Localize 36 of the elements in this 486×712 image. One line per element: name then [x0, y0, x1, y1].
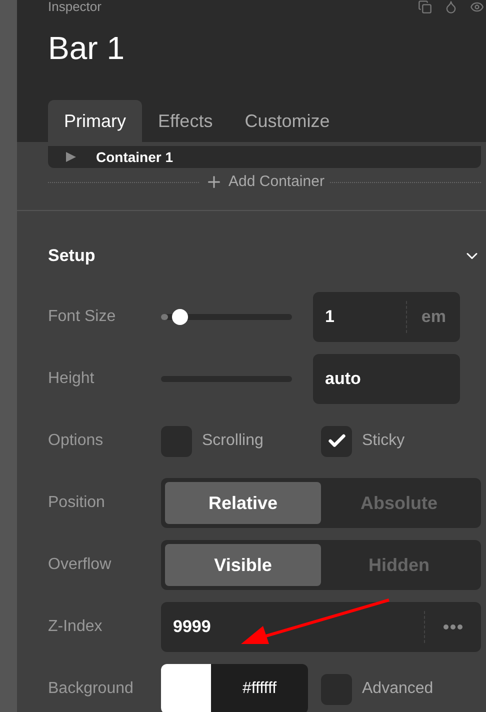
value-field[interactable]: 1 em	[313, 292, 460, 342]
unit-label: em	[406, 301, 460, 333]
checkbox-label: Advanced	[362, 679, 434, 699]
section-header[interactable]: Setup	[48, 226, 481, 286]
z-index-field[interactable]: 9999	[161, 602, 481, 652]
color-value: #ffffff	[241, 679, 278, 699]
checkbox[interactable]	[321, 426, 352, 456]
field-label: Background	[48, 679, 134, 699]
tab[interactable]: Effects	[142, 100, 229, 142]
field-value: 1	[324, 306, 336, 328]
field-value: auto	[324, 368, 362, 390]
expand-arrow-icon	[66, 152, 76, 162]
segment-button[interactable]: Visible	[165, 544, 321, 586]
segment-button[interactable]: Relative	[165, 482, 321, 524]
field-value: 9999	[172, 616, 212, 638]
color-field[interactable]: #ffffff	[161, 664, 308, 712]
field-label: Font Size	[48, 307, 117, 327]
eye-icon[interactable]	[470, 0, 484, 14]
copy-icon[interactable]	[418, 0, 432, 14]
field-label: Height	[48, 369, 96, 389]
tab[interactable]: Customize	[228, 100, 346, 142]
field-label: Options	[48, 431, 104, 451]
slider-thumb[interactable]	[172, 309, 188, 325]
more-icon[interactable]	[443, 624, 463, 630]
add-container-button[interactable]: Add Container	[198, 170, 330, 194]
field-label: Position	[48, 493, 106, 513]
checkbox-label: Sticky	[362, 431, 405, 451]
checkbox-label: Scrolling	[202, 431, 264, 451]
drop-icon[interactable]	[444, 0, 458, 14]
tab[interactable]: Primary	[48, 100, 142, 142]
container-item[interactable]: Container 1	[48, 146, 481, 168]
panel-title: Bar 1	[48, 29, 126, 68]
value-field[interactable]: auto	[313, 354, 460, 404]
field-label: Z-Index	[48, 617, 104, 637]
field-label: Overflow	[48, 555, 112, 575]
panel-caption: Inspector	[48, 0, 102, 14]
